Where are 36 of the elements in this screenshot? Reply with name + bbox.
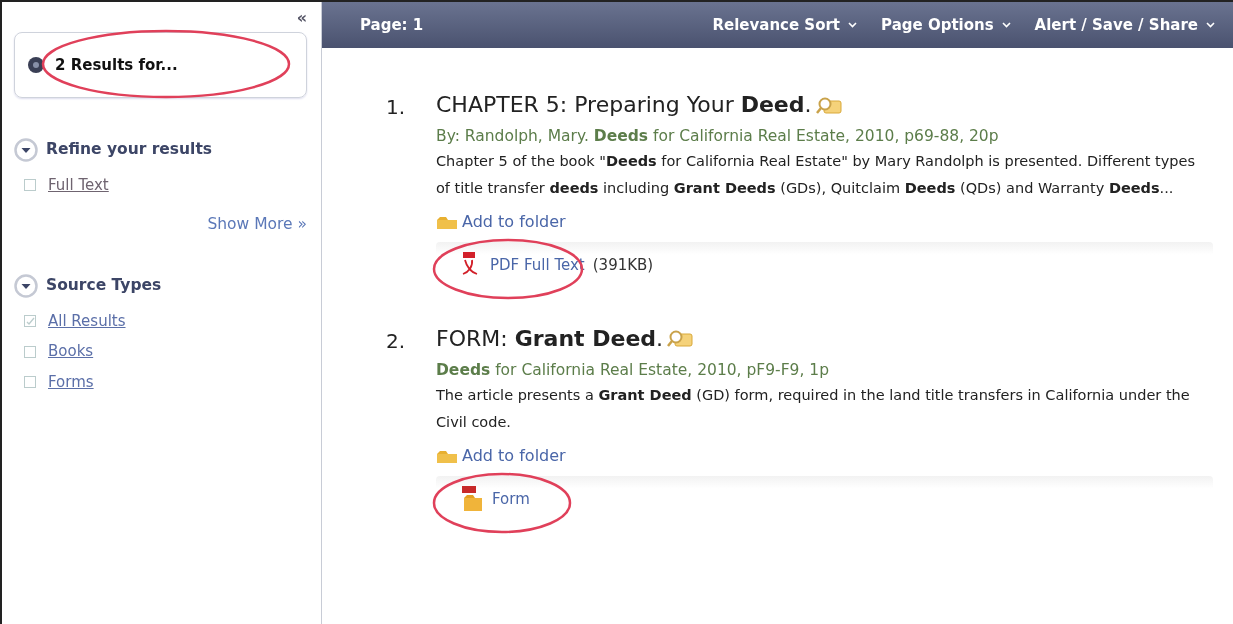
show-more-link[interactable]: Show More » bbox=[207, 212, 307, 236]
chevron-down-icon bbox=[1001, 22, 1011, 28]
page-indicator: Page: 1 bbox=[360, 14, 424, 36]
document-folder-icon bbox=[460, 485, 484, 512]
filter-link[interactable]: Full Text bbox=[48, 174, 109, 197]
abstract-text: The article presents a Grant Deed (GD) form, required in the land title transfers in California under the Civil code. bbox=[436, 386, 1191, 432]
collapse-toggle-icon[interactable] bbox=[14, 273, 38, 298]
add-to-folder-link[interactable]: Add to folder bbox=[462, 443, 566, 468]
chevron-down-icon bbox=[848, 22, 858, 28]
dropdown-menu-button[interactable]: Relevance Sort bbox=[712, 13, 858, 37]
checkbox[interactable] bbox=[24, 376, 36, 388]
dropdown-menu-button[interactable]: Page Options bbox=[881, 13, 1011, 37]
file-size: (391KB) bbox=[592, 254, 654, 276]
chevron-down-icon bbox=[1206, 22, 1215, 28]
checkbox[interactable] bbox=[24, 345, 36, 358]
filter-link[interactable]: Books bbox=[48, 340, 94, 363]
section-heading: Refine your results bbox=[46, 139, 213, 161]
dropdown-menu-button[interactable]: Alert / Save / Share bbox=[1034, 13, 1215, 37]
result-number: 1. bbox=[386, 94, 407, 121]
result-title[interactable]: CHAPTER 5: Preparing Your Deed. bbox=[436, 88, 812, 121]
collapse-icon[interactable]: « bbox=[296, 10, 307, 26]
magnifier-icon[interactable] bbox=[667, 328, 694, 349]
form-link[interactable]: Form bbox=[492, 487, 530, 510]
section-heading: Source Types bbox=[46, 275, 162, 297]
result-number: 2. bbox=[386, 327, 407, 355]
abstract-text: Chapter 5 of the book "Deeds for California Real Estate" by Mary Randolph is presented. Different types of title transfer deeds including Grant Deeds (GDs), Quitclaim Deeds (QDs) and Warranty Deeds... bbox=[436, 152, 1197, 199]
filter-link[interactable]: Forms bbox=[48, 370, 94, 394]
filter-link[interactable]: All Results bbox=[48, 309, 126, 333]
source-line: Deeds for California Real Estate, 2010, pF9-F9, 1p bbox=[436, 359, 830, 381]
add-to-folder-link[interactable]: Add to folder bbox=[462, 209, 566, 234]
results-heading: 2 Results for... bbox=[55, 54, 178, 76]
result-title[interactable]: FORM: Grant Deed. bbox=[436, 321, 664, 355]
source-line: By: Randolph, Mary. Deeds for California Real Estate, 2010, p69-88, 20p bbox=[436, 126, 1000, 147]
checkbox[interactable] bbox=[24, 315, 36, 327]
collapse-toggle-icon[interactable] bbox=[14, 138, 38, 162]
checkbox[interactable] bbox=[24, 179, 36, 192]
